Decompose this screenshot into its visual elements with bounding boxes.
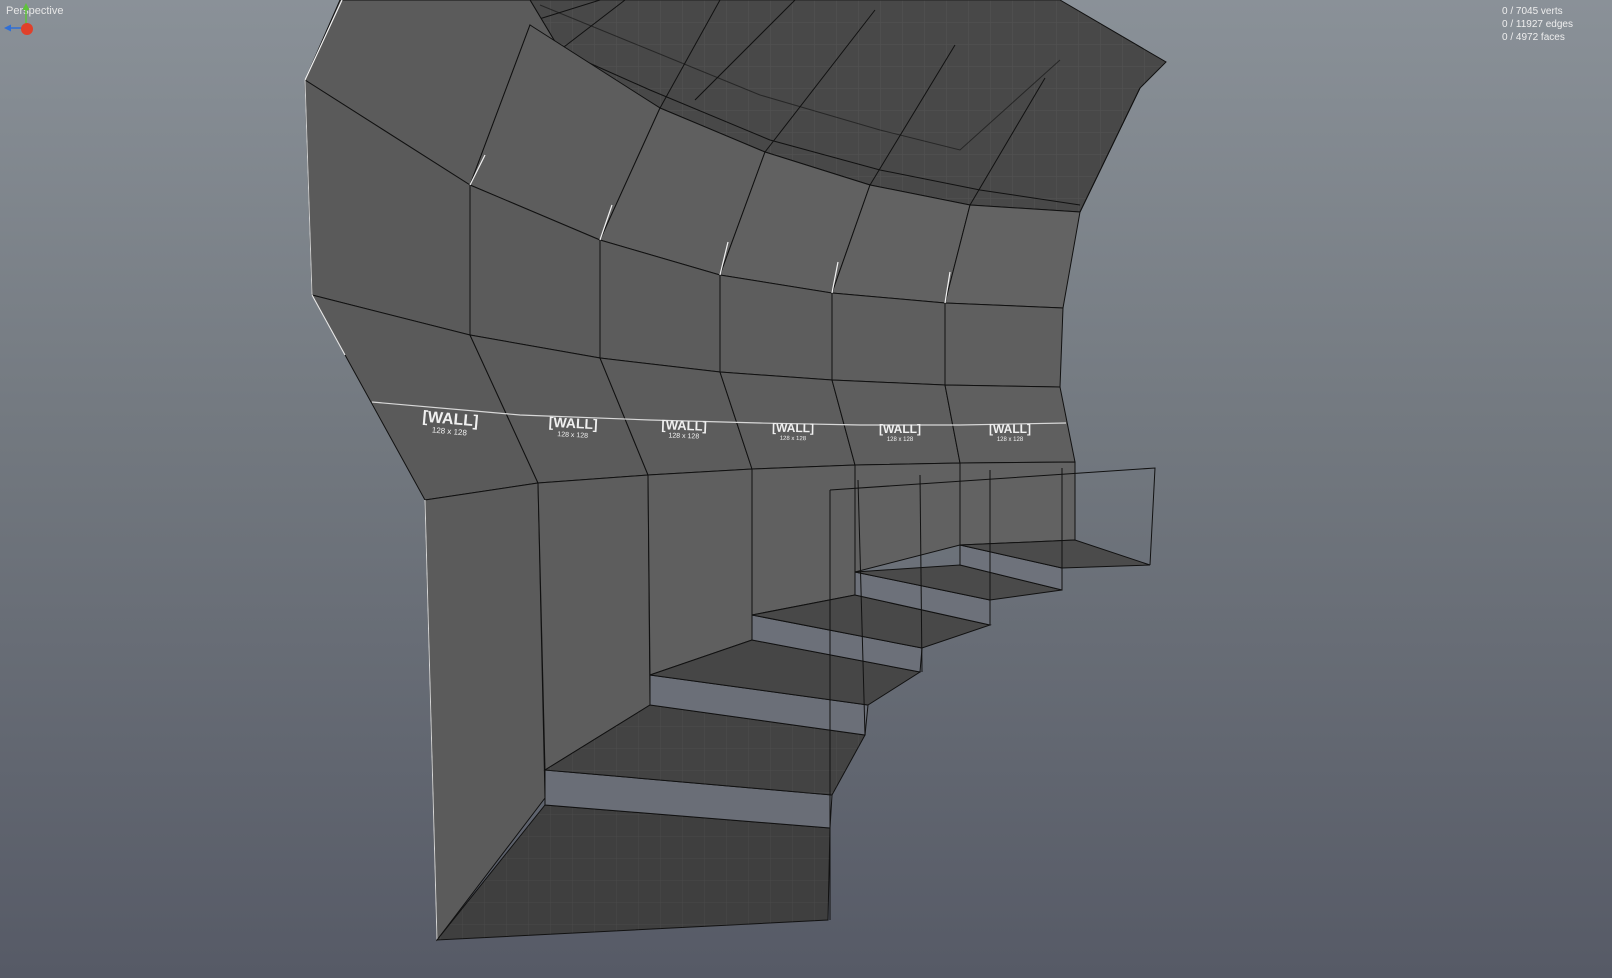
- texture-label-title: [WALL]: [772, 421, 814, 436]
- stats-faces: 0 / 4972 faces: [1502, 32, 1565, 43]
- mesh-stats: 0 / 7045 verts 0 / 11927 edges 0 / 4972 …: [1502, 5, 1573, 44]
- stats-verts: 0 / 7045 verts: [1502, 6, 1563, 17]
- mesh-render[interactable]: [WALL] 128 x 128 [WALL] 128 x 128 [WALL]…: [0, 0, 1612, 978]
- texture-label-title: [WALL]: [989, 422, 1031, 436]
- texture-label-title: [WALL]: [548, 414, 598, 433]
- texture-label-size: 128 x 128: [780, 436, 807, 442]
- texture-label-size: 128 x 128: [997, 437, 1024, 443]
- texture-label-size: 128 x 128: [668, 432, 699, 440]
- axis-gizmo-icon[interactable]: [0, 0, 40, 40]
- texture-label-size: 128 x 128: [887, 437, 914, 443]
- stats-edges: 0 / 11927 edges: [1502, 19, 1573, 30]
- 3d-viewport[interactable]: [WALL] 128 x 128 [WALL] 128 x 128 [WALL]…: [0, 0, 1612, 978]
- texture-label-title: [WALL]: [661, 417, 707, 434]
- texture-label-title: [WALL]: [879, 422, 921, 436]
